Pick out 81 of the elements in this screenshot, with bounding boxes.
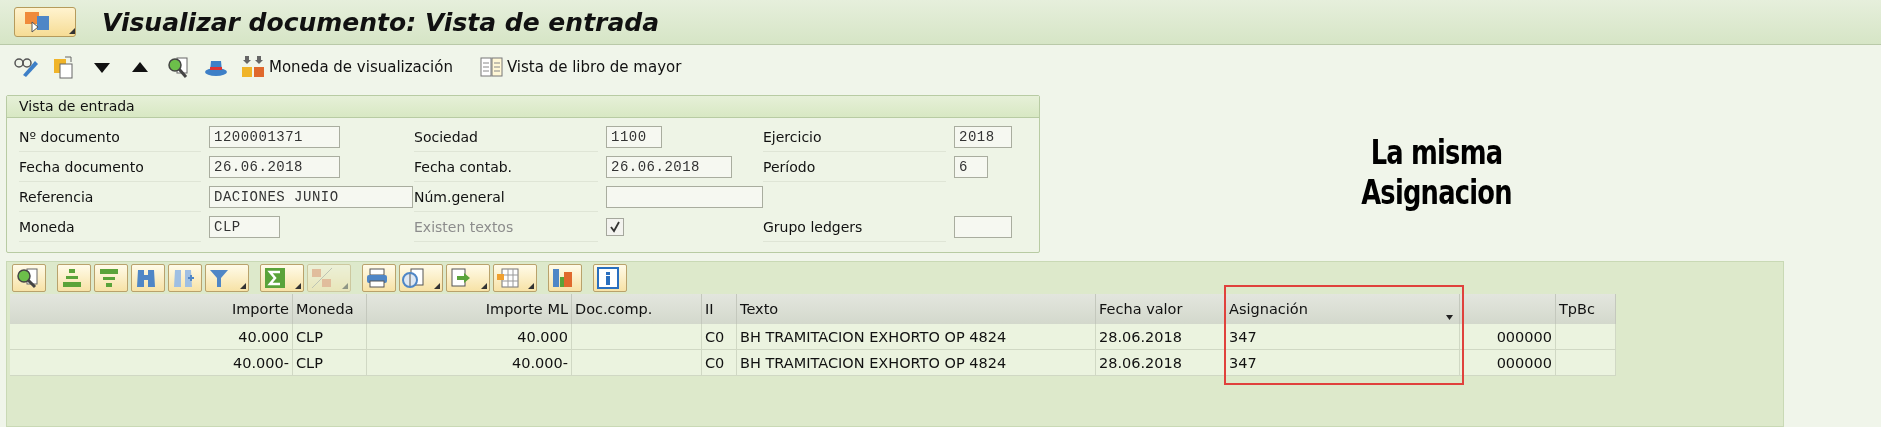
binoculars-plus-icon <box>171 267 195 289</box>
column-header[interactable]: II <box>702 294 737 324</box>
field-label: Referencia <box>19 182 201 212</box>
toolbar-icon-button[interactable] <box>12 264 46 292</box>
table-cell: 28.06.2018 <box>1096 350 1226 376</box>
field-label: Ejercicio <box>763 122 946 152</box>
caret-icon <box>528 283 534 289</box>
table-cell: 347 <box>1226 350 1460 376</box>
table-cell: 40.000- <box>367 350 572 376</box>
arrows-squares-icon <box>241 55 267 79</box>
sort-ascending-icon <box>60 267 84 289</box>
table-cell: 40.000- <box>10 350 293 376</box>
input-field[interactable] <box>954 215 1012 238</box>
field-label: Período <box>763 152 946 182</box>
table-cell: C0 <box>702 350 737 376</box>
column-header[interactable]: Texto <box>737 294 1096 324</box>
field-label: Moneda <box>19 212 201 242</box>
table-cell: 347 <box>1226 324 1460 350</box>
menu-button[interactable] <box>14 7 76 37</box>
table-cell: CLP <box>293 324 367 350</box>
sigma-icon <box>263 267 287 289</box>
column-header[interactable]: Doc.comp. <box>572 294 702 324</box>
table-cell <box>1556 324 1616 350</box>
table-cell: 000000 <box>1460 350 1556 376</box>
subtotal-icon <box>310 267 334 289</box>
search-icon <box>165 55 191 79</box>
column-header[interactable]: Moneda <box>293 294 367 324</box>
input-field[interactable]: 6 <box>954 155 988 178</box>
field-label: Núm.general <box>414 182 598 212</box>
glasses-pencil-icon <box>13 55 39 79</box>
checkmark-icon <box>609 220 621 233</box>
caret-icon <box>434 283 440 289</box>
field-label: Fecha documento <box>19 152 201 182</box>
input-field[interactable]: 2018 <box>954 125 1012 148</box>
ledger-icon <box>478 55 505 79</box>
column-header[interactable]: Importe <box>10 294 293 324</box>
table-cell: CLP <box>293 350 367 376</box>
field-label: Fecha contab. <box>414 152 598 182</box>
table-cell: BH TRAMITACION EXHORTO OP 4824 <box>737 350 1096 376</box>
table-cell: 28.06.2018 <box>1096 324 1226 350</box>
info-icon <box>596 267 620 289</box>
caret-icon <box>295 283 301 289</box>
field-label: Sociedad <box>414 122 598 152</box>
column-header[interactable]: Fecha valor <box>1096 294 1226 324</box>
table-cell: 000000 <box>1460 324 1556 350</box>
magnifier-icon <box>15 267 39 289</box>
toolbar-button[interactable]: Vista de libro de mayor <box>475 52 685 82</box>
input-field[interactable] <box>606 185 763 208</box>
field-label: Grupo ledgers <box>763 212 946 242</box>
input-field[interactable]: 26.06.2018 <box>209 155 340 178</box>
input-field[interactable]: 26.06.2018 <box>606 155 732 178</box>
panel-title: Vista de entrada <box>7 96 1039 118</box>
table-cell: 40.000 <box>367 324 572 350</box>
input-field[interactable]: DACIONES JUNIO <box>209 185 413 208</box>
input-field[interactable]: CLP <box>209 215 280 238</box>
table-cell <box>1556 350 1616 376</box>
caret-icon <box>69 28 75 34</box>
caret-icon <box>240 283 246 289</box>
bar-chart-icon <box>551 267 575 289</box>
column-header[interactable] <box>1460 294 1556 324</box>
annotation-text: La misma <box>1369 133 1504 173</box>
table-cell: C0 <box>702 324 737 350</box>
field-label: Existen textos <box>414 212 598 242</box>
column-header[interactable]: Asignación <box>1226 294 1460 324</box>
caret-icon <box>342 283 348 289</box>
toolbar-button[interactable]: Moneda de visualización <box>238 52 456 82</box>
caret-icon <box>481 283 487 289</box>
window-title: Visualizar documento: Vista de entrada <box>102 7 660 37</box>
table-cell: BH TRAMITACION EXHORTO OP 4824 <box>737 324 1096 350</box>
sort-descending-icon <box>97 267 121 289</box>
binoculars-icon <box>134 267 158 289</box>
column-header[interactable]: TpBc <box>1556 294 1616 324</box>
input-field[interactable]: 1200001371 <box>209 125 340 148</box>
input-field[interactable]: 1100 <box>606 125 662 148</box>
views-icon <box>402 267 426 289</box>
field-label: Nº documento <box>19 122 201 152</box>
table-cell: 40.000 <box>10 324 293 350</box>
printer-icon <box>365 267 389 289</box>
column-header[interactable]: Importe ML <box>367 294 572 324</box>
layout-grid-icon <box>496 267 520 289</box>
annotation-text: Asignacion <box>1361 173 1512 213</box>
